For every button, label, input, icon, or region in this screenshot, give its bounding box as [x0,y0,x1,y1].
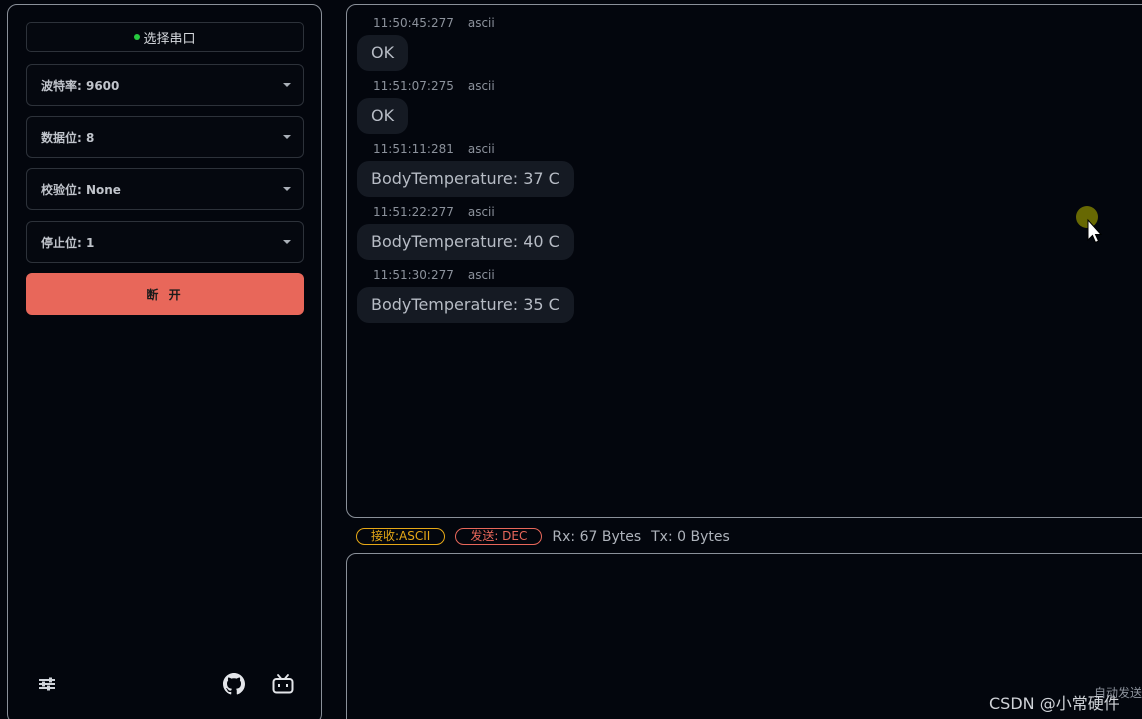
connection-status-dot [134,34,141,40]
message-timestamp: 11:51:22:277 [373,205,454,219]
select-port-button[interactable]: 选择串口 [26,22,304,52]
stop-bits-value: 停止位: 1 [41,235,95,250]
parity-select[interactable]: 校验位: None [26,168,304,210]
tx-byte-count: Tx: 0 Bytes [651,528,730,545]
serial-config-panel: 选择串口 波特率: 9600 数据位: 8 校验位: None 停止位: 1 断… [7,4,322,719]
message-format: ascii [467,205,495,219]
chevron-down-icon [283,83,291,87]
message-item: 11:51:22:277 ascii BodyTemperature: 40 C [357,205,574,260]
message-format: ascii [467,79,495,93]
message-bubble: BodyTemperature: 37 C [357,161,574,197]
message-item: 11:51:11:281 ascii BodyTemperature: 37 C [357,142,574,197]
data-bits-value: 数据位: 8 [41,130,95,145]
settings-icon[interactable] [37,673,57,695]
message-timestamp: 11:51:30:277 [373,268,454,282]
message-timestamp: 11:51:07:275 [373,79,454,93]
message-bubble: OK [357,98,409,134]
chevron-down-icon [283,135,291,139]
status-bar: 接收:ASCII 发送: DEC Rx: 67 Bytes Tx: 0 Byte… [356,528,730,545]
rx-mode-toggle[interactable]: 接收:ASCII [356,528,446,545]
message-format: ascii [467,16,495,30]
message-item: 11:51:30:277 ascii BodyTemperature: 35 C [357,268,574,323]
csdn-watermark: CSDN @小常硬件 [989,694,1120,713]
baud-rate-select[interactable]: 波特率: 9600 [26,64,304,106]
chevron-down-icon [283,187,291,191]
message-format: ascii [467,142,495,156]
message-item: 11:51:07:275 ascii OK [357,79,495,134]
message-timestamp: 11:51:11:281 [373,142,454,156]
message-format: ascii [467,268,495,282]
mouse-cursor-icon [1076,206,1102,244]
rx-byte-count: Rx: 67 Bytes [552,528,642,545]
disconnect-label: 断 开 [146,287,184,302]
message-timestamp: 11:50:45:277 [373,16,454,30]
message-item: 11:50:45:277 ascii OK [357,16,495,71]
parity-value: 校验位: None [41,182,121,197]
github-icon[interactable] [222,673,246,695]
message-bubble: OK [357,35,409,71]
stop-bits-select[interactable]: 停止位: 1 [26,221,304,263]
bilibili-icon[interactable] [271,673,295,695]
chevron-down-icon [283,240,291,244]
baud-rate-value: 波特率: 9600 [41,78,120,93]
message-bubble: BodyTemperature: 40 C [357,224,574,260]
disconnect-button[interactable]: 断 开 [26,273,304,315]
receive-panel[interactable]: 11:50:45:277 ascii OK 11:51:07:275 ascii… [346,4,1142,518]
tx-mode-toggle[interactable]: 发送: DEC [455,528,543,545]
data-bits-select[interactable]: 数据位: 8 [26,116,304,158]
select-port-label: 选择串口 [143,31,196,47]
message-bubble: BodyTemperature: 35 C [357,287,574,323]
